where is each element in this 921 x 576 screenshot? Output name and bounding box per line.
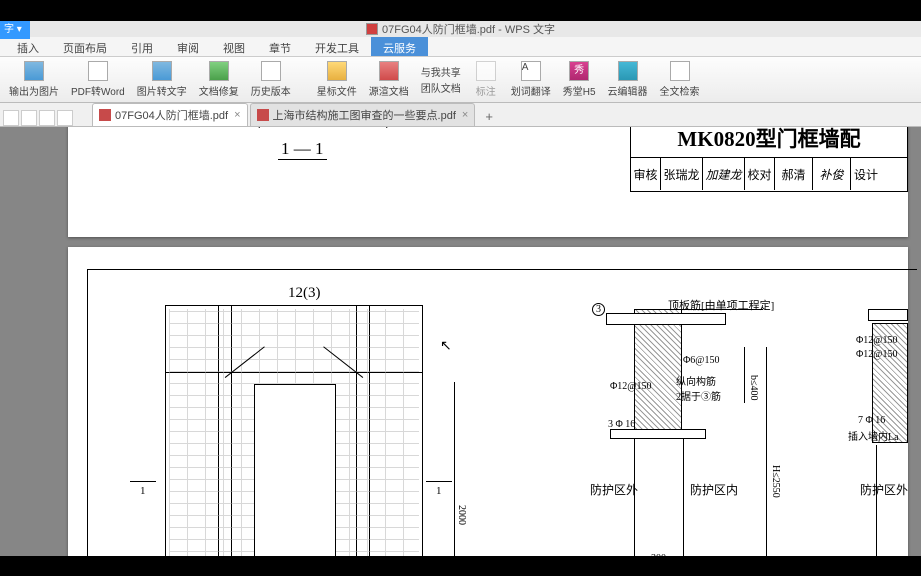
export-image-icon [24, 61, 44, 81]
quick-button[interactable] [57, 110, 73, 126]
translate-icon: A [521, 61, 541, 81]
toolbar-img2text[interactable]: 图片转文字 [131, 61, 193, 98]
save-button[interactable] [3, 110, 19, 126]
tab-close-button[interactable]: × [462, 109, 468, 121]
menu-devtools[interactable]: 开发工具 [303, 37, 371, 56]
toolbar-annotate[interactable]: 标注 [467, 61, 505, 98]
menu-bar: 插入 页面布局 引用 审阅 视图 章节 开发工具 云服务 [0, 37, 921, 57]
cloud-edit-icon [618, 61, 638, 81]
tab-doc-1[interactable]: 07FG04人防门框墙.pdf × [92, 103, 248, 126]
h5-icon: 秀 [569, 61, 589, 81]
toolbar-export-image[interactable]: 输出为图片 [3, 61, 65, 98]
pdf-icon [257, 109, 269, 121]
pdf-page-2: 12(3) 1 1 2000 ↖ 3 顶板筋[由单项工程定] [68, 247, 908, 567]
window-title: 07FG04人防门框墙.pdf - WPS 文字 [382, 21, 555, 37]
app-menu-button[interactable]: 字 ▾ [0, 21, 30, 39]
title-block: MK0820型门框墙配 审核 张瑞龙 加建龙 校对 郝清 补俊 设计 [630, 127, 908, 192]
tab-close-button[interactable]: × [234, 109, 240, 121]
toolbar-pdf2word[interactable]: PDF转Word [65, 61, 131, 98]
tab-bar: 07FG04人防门框墙.pdf × 上海市结构施工图审查的一些要点.pdf × … [0, 103, 921, 127]
zone-out-2: 防护区外 [860, 481, 908, 498]
tab-label: 上海市结构施工图审查的一些要点.pdf [273, 107, 456, 123]
pdf-word-icon [88, 61, 108, 81]
app-corner-label: 字 ▾ [4, 24, 22, 35]
rebar-2b: Φ12@150 [856, 335, 898, 346]
toolbar-cloud-edit[interactable]: 云编辑器 [602, 61, 654, 98]
menu-view[interactable]: 视图 [211, 37, 257, 56]
undo-button[interactable] [21, 110, 37, 126]
toolbar-repair[interactable]: 文档修复 [193, 61, 245, 98]
rebar-3: 纵向构筋 2据于③筋 [676, 373, 721, 403]
rebar-5: 7 Φ 16 [858, 415, 885, 426]
toolbar-render[interactable]: 源渲文档 [363, 61, 415, 98]
zone-in: 防护区内 [690, 481, 738, 498]
title-block-row2: 审核 张瑞龙 加建龙 校对 郝清 补俊 设计 [631, 158, 907, 190]
rebar-2c: Φ12@150 [856, 349, 898, 360]
menu-cloud[interactable]: 云服务 [371, 37, 428, 56]
title-block-main: MK0820型门框墙配 [677, 127, 860, 153]
toolbar-fulltext[interactable]: 全文检索 [654, 61, 706, 98]
toolbar-translate[interactable]: A 划词翻译 [505, 61, 557, 98]
marker-3: 3 [592, 303, 605, 316]
section-1-1-label: 1 — 1 [278, 139, 327, 160]
dim-b: b≤400 [748, 375, 759, 401]
pdf-icon [99, 109, 111, 121]
ocr-icon [152, 61, 172, 81]
toolbar-history[interactable]: 历史版本 [245, 61, 297, 98]
rebar-1: Φ6@150 [683, 355, 720, 366]
star-icon [327, 61, 347, 81]
rebar-2: Φ12@150 [610, 381, 652, 392]
render-icon [379, 61, 399, 81]
toolbar-star[interactable]: 星标文件 [311, 61, 363, 98]
toolbar: 输出为图片 PDF转Word 图片转文字 文档修复 历史版本 星标文件 源渲文档… [0, 57, 921, 103]
search-icon [670, 61, 690, 81]
menu-reference[interactable]: 引用 [119, 37, 165, 56]
pdf-icon [366, 23, 378, 35]
redo-button[interactable] [39, 110, 55, 126]
dim-h: H≤2550 [770, 465, 781, 498]
menu-section[interactable]: 章节 [257, 37, 303, 56]
rebar-6: 插入墙内La [848, 428, 899, 443]
tab-doc-2[interactable]: 上海市结构施工图审查的一些要点.pdf × [250, 103, 476, 126]
title-bar: 07FG04人防门框墙.pdf - WPS 文字 [0, 21, 921, 37]
menu-layout[interactable]: 页面布局 [51, 37, 119, 56]
repair-icon [209, 61, 229, 81]
mic-icon [476, 61, 496, 81]
toolbar-h5[interactable]: 秀 秀堂H5 [557, 61, 602, 98]
pdf-page-1: L 1 — 1 MK0820型门框墙配 审核 张瑞龙 加建龙 校对 郝清 补俊 … [68, 127, 908, 237]
tab-label: 07FG04人防门框墙.pdf [115, 107, 228, 123]
document-viewport[interactable]: L 1 — 1 MK0820型门框墙配 审核 张瑞龙 加建龙 校对 郝清 补俊 … [0, 127, 921, 576]
zone-out-1: 防护区外 [590, 481, 638, 498]
history-icon [261, 61, 281, 81]
dim-2000: 2000 [456, 505, 467, 525]
menu-insert[interactable]: 插入 [5, 37, 51, 56]
toolbar-team[interactable]: 与我共享 团队文档 [415, 64, 467, 95]
top-note: 顶板筋[由单项工程定] [668, 297, 774, 313]
section-tag: 12(3) [288, 285, 321, 302]
tab-add-button[interactable]: + [477, 107, 501, 126]
menu-review[interactable]: 审阅 [165, 37, 211, 56]
rebar-4: 3 Φ 16 [608, 419, 635, 430]
